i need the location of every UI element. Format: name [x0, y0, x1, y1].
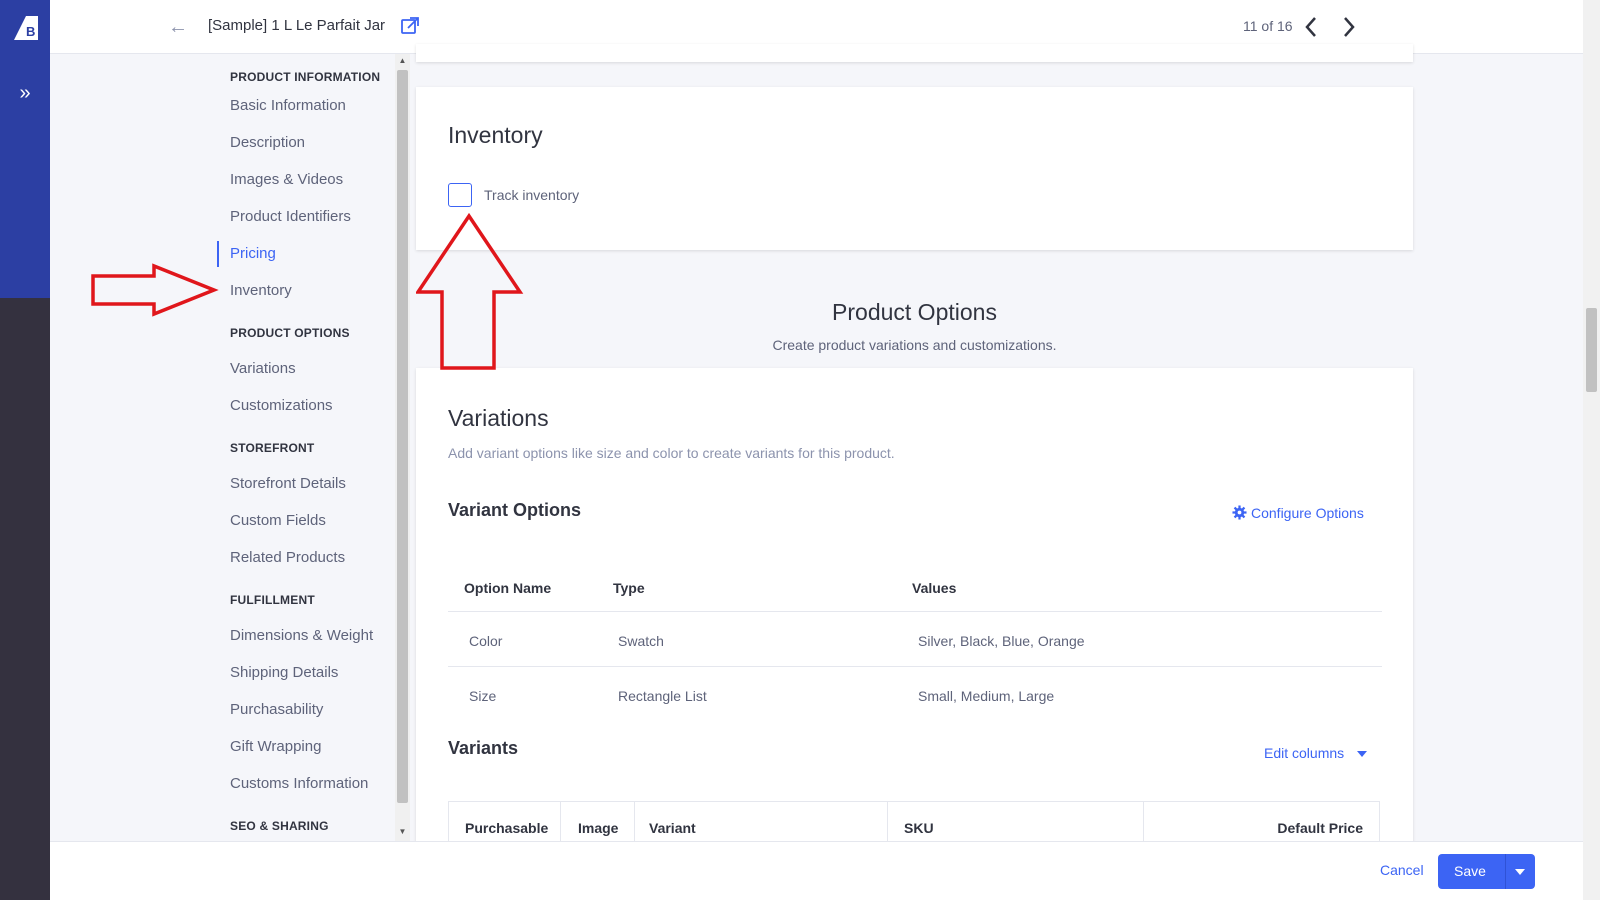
cancel-button[interactable]: Cancel [1380, 862, 1424, 878]
column-header-image[interactable]: Image [578, 820, 618, 836]
save-label: Save [1454, 863, 1486, 879]
page-scrollbar-thumb[interactable] [1586, 308, 1597, 392]
column-header-values: Values [912, 580, 957, 596]
save-button[interactable]: Save [1438, 854, 1535, 889]
section-nav: PRODUCT INFORMATION Basic Information De… [50, 54, 410, 841]
variants-title: Variants [448, 738, 519, 758]
table-divider [448, 611, 1382, 612]
caret-down-icon[interactable] [1357, 751, 1367, 757]
table-cell-option-name: Color [469, 633, 503, 649]
caret-down-icon[interactable] [1515, 869, 1525, 875]
nav-heading-storefront: STOREFRONT [230, 441, 315, 455]
variations-subtitle: Add variant options like size and color … [448, 445, 895, 461]
app-rail-top [0, 0, 50, 298]
nav-item-related-products[interactable]: Related Products [230, 549, 345, 566]
nav-item-shipping-details[interactable]: Shipping Details [230, 664, 338, 681]
column-header-default-price[interactable]: Default Price [1277, 820, 1363, 836]
track-inventory-checkbox[interactable] [448, 183, 472, 207]
save-divider [1505, 854, 1506, 889]
nav-item-customizations[interactable]: Customizations [230, 397, 333, 414]
nav-heading-fulfillment: FULFILLMENT [230, 593, 315, 607]
configure-options-button[interactable]: Configure Options [1232, 505, 1364, 521]
nav-item-dimensions-weight[interactable]: Dimensions & Weight [230, 627, 373, 644]
gear-icon [1232, 505, 1247, 520]
scroll-up-arrow-icon[interactable]: ▲ [396, 56, 409, 65]
table-divider [448, 666, 1382, 667]
nav-item-inventory[interactable]: Inventory [230, 282, 292, 299]
product-options-title: Product Options [832, 299, 997, 325]
arrow-left-icon[interactable]: ← [168, 16, 190, 38]
nav-item-customs-information[interactable]: Customs Information [230, 775, 368, 792]
variant-options-title: Variant Options [448, 500, 582, 520]
nav-item-variations[interactable]: Variations [230, 360, 296, 377]
column-header-sku[interactable]: SKU [904, 820, 934, 836]
chevron-left-icon[interactable] [1300, 14, 1322, 40]
table-cell-type: Swatch [618, 633, 664, 649]
nav-item-custom-fields[interactable]: Custom Fields [230, 512, 326, 529]
table-cell-values: Small, Medium, Large [918, 688, 1055, 704]
column-header-purchasable[interactable]: Purchasable [465, 820, 548, 836]
column-header-option-name: Option Name [464, 580, 552, 596]
nav-item-purchasability[interactable]: Purchasability [230, 701, 323, 718]
track-inventory-label[interactable]: Track inventory [484, 187, 579, 203]
action-bar [50, 841, 1583, 900]
nav-item-basic-information[interactable]: Basic Information [230, 97, 346, 114]
nav-heading-product-options: PRODUCT OPTIONS [230, 326, 350, 340]
edit-columns-button[interactable]: Edit columns [1264, 745, 1344, 761]
inventory-card [416, 87, 1413, 250]
nav-active-indicator [217, 241, 219, 267]
page-scrollbar[interactable] [1583, 0, 1600, 900]
variations-title: Variations [448, 405, 549, 431]
configure-options-label: Configure Options [1251, 505, 1364, 521]
external-link-icon[interactable] [400, 16, 420, 36]
nav-item-description[interactable]: Description [230, 134, 305, 151]
nav-scrollbar-thumb[interactable] [397, 70, 408, 803]
bigcommerce-logo-icon[interactable]: B [12, 14, 40, 42]
scroll-down-arrow-icon[interactable]: ▼ [396, 827, 409, 836]
nav-item-images-videos[interactable]: Images & Videos [230, 171, 343, 188]
inventory-title: Inventory [448, 122, 543, 148]
pager-count: 11 of 16 [1243, 18, 1293, 34]
chevron-right-icon[interactable] [1338, 14, 1360, 40]
nav-heading-product-information: PRODUCT INFORMATION [230, 70, 381, 84]
column-header-type: Type [613, 580, 645, 596]
product-options-subtitle: Create product variations and customizat… [772, 337, 1057, 353]
nav-heading-seo-sharing: SEO & SHARING [230, 819, 329, 833]
column-header-variant[interactable]: Variant [649, 820, 696, 836]
table-cell-type: Rectangle List [618, 688, 707, 704]
svg-text:B: B [26, 24, 35, 39]
page-title: [Sample] 1 L Le Parfait Jar [208, 17, 386, 34]
nav-item-pricing[interactable]: Pricing [230, 245, 276, 262]
variations-card [416, 368, 1413, 848]
table-cell-values: Silver, Black, Blue, Orange [918, 633, 1085, 649]
double-chevron-right-icon[interactable]: » [14, 82, 36, 104]
table-cell-option-name: Size [469, 688, 497, 704]
previous-card [416, 44, 1413, 62]
nav-item-product-identifiers[interactable]: Product Identifiers [230, 208, 351, 225]
nav-item-storefront-details[interactable]: Storefront Details [230, 475, 346, 492]
nav-item-gift-wrapping[interactable]: Gift Wrapping [230, 738, 321, 755]
